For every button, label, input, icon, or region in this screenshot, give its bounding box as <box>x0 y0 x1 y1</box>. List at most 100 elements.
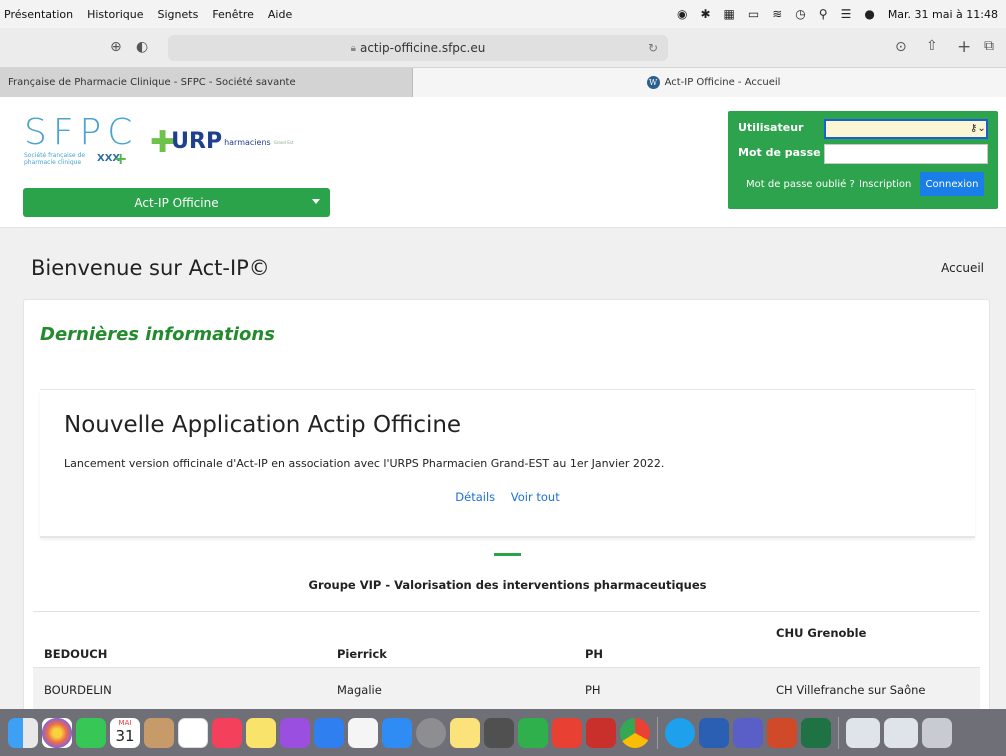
tab-sfpc[interactable]: Française de Pharmacie Clinique - SFPC -… <box>0 68 413 97</box>
member-site: CHU Grenoble <box>765 611 980 668</box>
key-icon[interactable]: ⚷⌄ <box>970 123 986 134</box>
lock-icon: 🔒︎ <box>350 42 356 54</box>
chevron-down-icon <box>312 199 320 204</box>
music-icon[interactable] <box>212 717 242 748</box>
trash-icon[interactable] <box>922 717 952 748</box>
password-label: Mot de passe <box>738 146 821 159</box>
username-input[interactable] <box>824 119 988 139</box>
calculator-icon[interactable] <box>484 717 514 748</box>
teams-icon[interactable] <box>733 717 763 748</box>
tab-overview-icon[interactable]: ⧉ <box>984 38 994 54</box>
chrome-icon[interactable] <box>620 717 650 748</box>
globe-icon[interactable]: ⊕ <box>110 39 122 55</box>
powerpoint-icon[interactable] <box>767 717 797 748</box>
dock: MAI 31 <box>0 709 1006 756</box>
member-site: CH Villefranche sur Saône <box>765 667 980 709</box>
user-label: Utilisateur <box>738 121 804 134</box>
keyboard-icon[interactable]: ▦ <box>724 7 735 21</box>
site-header: SFPC Société française de pharmacie clin… <box>0 97 1006 228</box>
sfpc-logo[interactable]: SFPC Société française de pharmacie clin… <box>24 112 139 169</box>
zotero-icon[interactable] <box>586 717 616 748</box>
green-cross-icon: + <box>114 149 128 168</box>
word-icon[interactable] <box>699 717 729 748</box>
menu-historique[interactable]: Historique <box>87 8 143 21</box>
privacy-shield-icon[interactable]: ◐ <box>136 39 148 55</box>
keynote-icon[interactable] <box>314 717 344 748</box>
member-last-name: BOURDELIN <box>33 667 326 709</box>
contacts-icon[interactable] <box>144 717 174 748</box>
forgot-password-link[interactable]: Mot de passe oublié ? <box>746 179 855 190</box>
wordpress-icon: W <box>646 76 660 89</box>
app-select-dropdown[interactable]: Act-IP Officine <box>23 188 330 217</box>
card-title: Dernières informations <box>40 324 275 345</box>
window-thumb-icon[interactable] <box>846 717 880 748</box>
tab-title: Act-IP Officine - Accueil <box>664 77 781 88</box>
news-item: Nouvelle Application Actip Officine Lanc… <box>40 389 975 538</box>
bluetooth-icon[interactable]: ✱ <box>700 7 710 21</box>
app-select-label: Act-IP Officine <box>134 195 219 210</box>
siri-icon[interactable]: ● <box>864 7 874 21</box>
breadcrumb[interactable]: Accueil <box>941 261 984 275</box>
user-status-icon[interactable]: ◉ <box>677 7 687 21</box>
battery-icon[interactable]: ▭ <box>748 7 759 21</box>
stickies-icon[interactable] <box>450 717 480 748</box>
dock-separator <box>657 716 658 749</box>
finder-icon[interactable] <box>8 717 38 748</box>
anydesk-icon[interactable] <box>552 717 582 748</box>
browser-toolbar: ⊕ ◐ 🔒︎ actip-officine.sfpc.eu ↻ ⊙ ⇧ + ⧉ <box>0 28 1006 68</box>
signup-link[interactable]: Inscription <box>859 179 911 190</box>
details-link[interactable]: Détails <box>455 490 495 504</box>
clock[interactable]: Mar. 31 mai à 11:48 <box>888 8 998 21</box>
login-panel: Utilisateur ⚷⌄ Mot de passe Mot de passe… <box>728 111 998 209</box>
calendar-day: 31 <box>115 726 135 745</box>
urps-logo[interactable]: ✚ URP harmaciens Grand Est <box>150 128 294 158</box>
menu-fenetre[interactable]: Fenêtre <box>212 8 254 21</box>
podcasts-icon[interactable] <box>280 717 310 748</box>
page-title: Bienvenue sur Act-IP© <box>31 256 270 280</box>
address-bar[interactable]: 🔒︎ actip-officine.sfpc.eu ↻ <box>168 35 668 61</box>
menu-presentation[interactable]: Présentation <box>4 8 73 21</box>
menu-bar: Présentation Historique Signets Fenêtre … <box>0 0 1006 28</box>
wifi-icon[interactable]: ≋ <box>772 7 782 21</box>
news-links: Détails Voir tout <box>40 490 975 504</box>
group-title: Groupe VIP - Valorisation des interventi… <box>308 578 707 592</box>
window-thumb-icon[interactable] <box>884 717 918 748</box>
share-icon[interactable]: ⇧ <box>926 38 938 54</box>
member-role: PH <box>574 667 765 709</box>
web-page: SFPC Société française de pharmacie clin… <box>0 97 1006 709</box>
urps-region: Grand Est <box>273 140 294 145</box>
see-all-link[interactable]: Voir tout <box>511 490 560 504</box>
calendar-month: MAI <box>118 718 132 727</box>
calendar-icon[interactable]: MAI 31 <box>110 717 140 748</box>
new-tab-icon[interactable]: + <box>957 37 971 57</box>
facetime-icon[interactable] <box>76 717 106 748</box>
table-row: BEDOUCH Pierrick PH CHU Grenoble <box>33 611 980 668</box>
password-input[interactable] <box>824 144 988 164</box>
tab-title: Française de Pharmacie Clinique - SFPC -… <box>8 77 296 88</box>
photos-icon[interactable] <box>42 717 72 748</box>
sfpc-logo-text: SFPC <box>24 112 139 153</box>
tab-actip[interactable]: W Act-IP Officine - Accueil <box>413 68 1006 97</box>
url-text: actip-officine.sfpc.eu <box>359 41 486 55</box>
pages-icon[interactable] <box>348 717 378 748</box>
news-card: Dernières informations Nouvelle Applicat… <box>23 299 990 709</box>
download-icon[interactable]: ⊙ <box>895 39 907 55</box>
urps-sub: harmaciens <box>224 138 271 147</box>
menu-signets[interactable]: Signets <box>158 8 199 21</box>
control-center-icon[interactable]: ☰ <box>841 7 852 21</box>
notes-icon[interactable] <box>246 717 276 748</box>
reminders-icon[interactable] <box>178 717 208 748</box>
connect-button[interactable]: Connexion <box>920 172 984 196</box>
system-preferences-icon[interactable] <box>416 717 446 748</box>
news-text: Lancement version officinale d'Act-IP en… <box>64 457 665 470</box>
skype-icon[interactable] <box>665 717 695 748</box>
time-machine-icon[interactable]: ◷ <box>795 7 805 21</box>
member-role: PH <box>574 611 765 668</box>
reload-icon[interactable]: ↻ <box>648 41 658 55</box>
appstore-icon[interactable] <box>382 717 412 748</box>
excel-icon[interactable] <box>801 717 831 748</box>
spotlight-icon[interactable]: ⚲ <box>819 7 828 21</box>
numbers-icon[interactable] <box>518 717 548 748</box>
news-title: Nouvelle Application Actip Officine <box>64 412 462 438</box>
menu-aide[interactable]: Aide <box>268 8 292 21</box>
